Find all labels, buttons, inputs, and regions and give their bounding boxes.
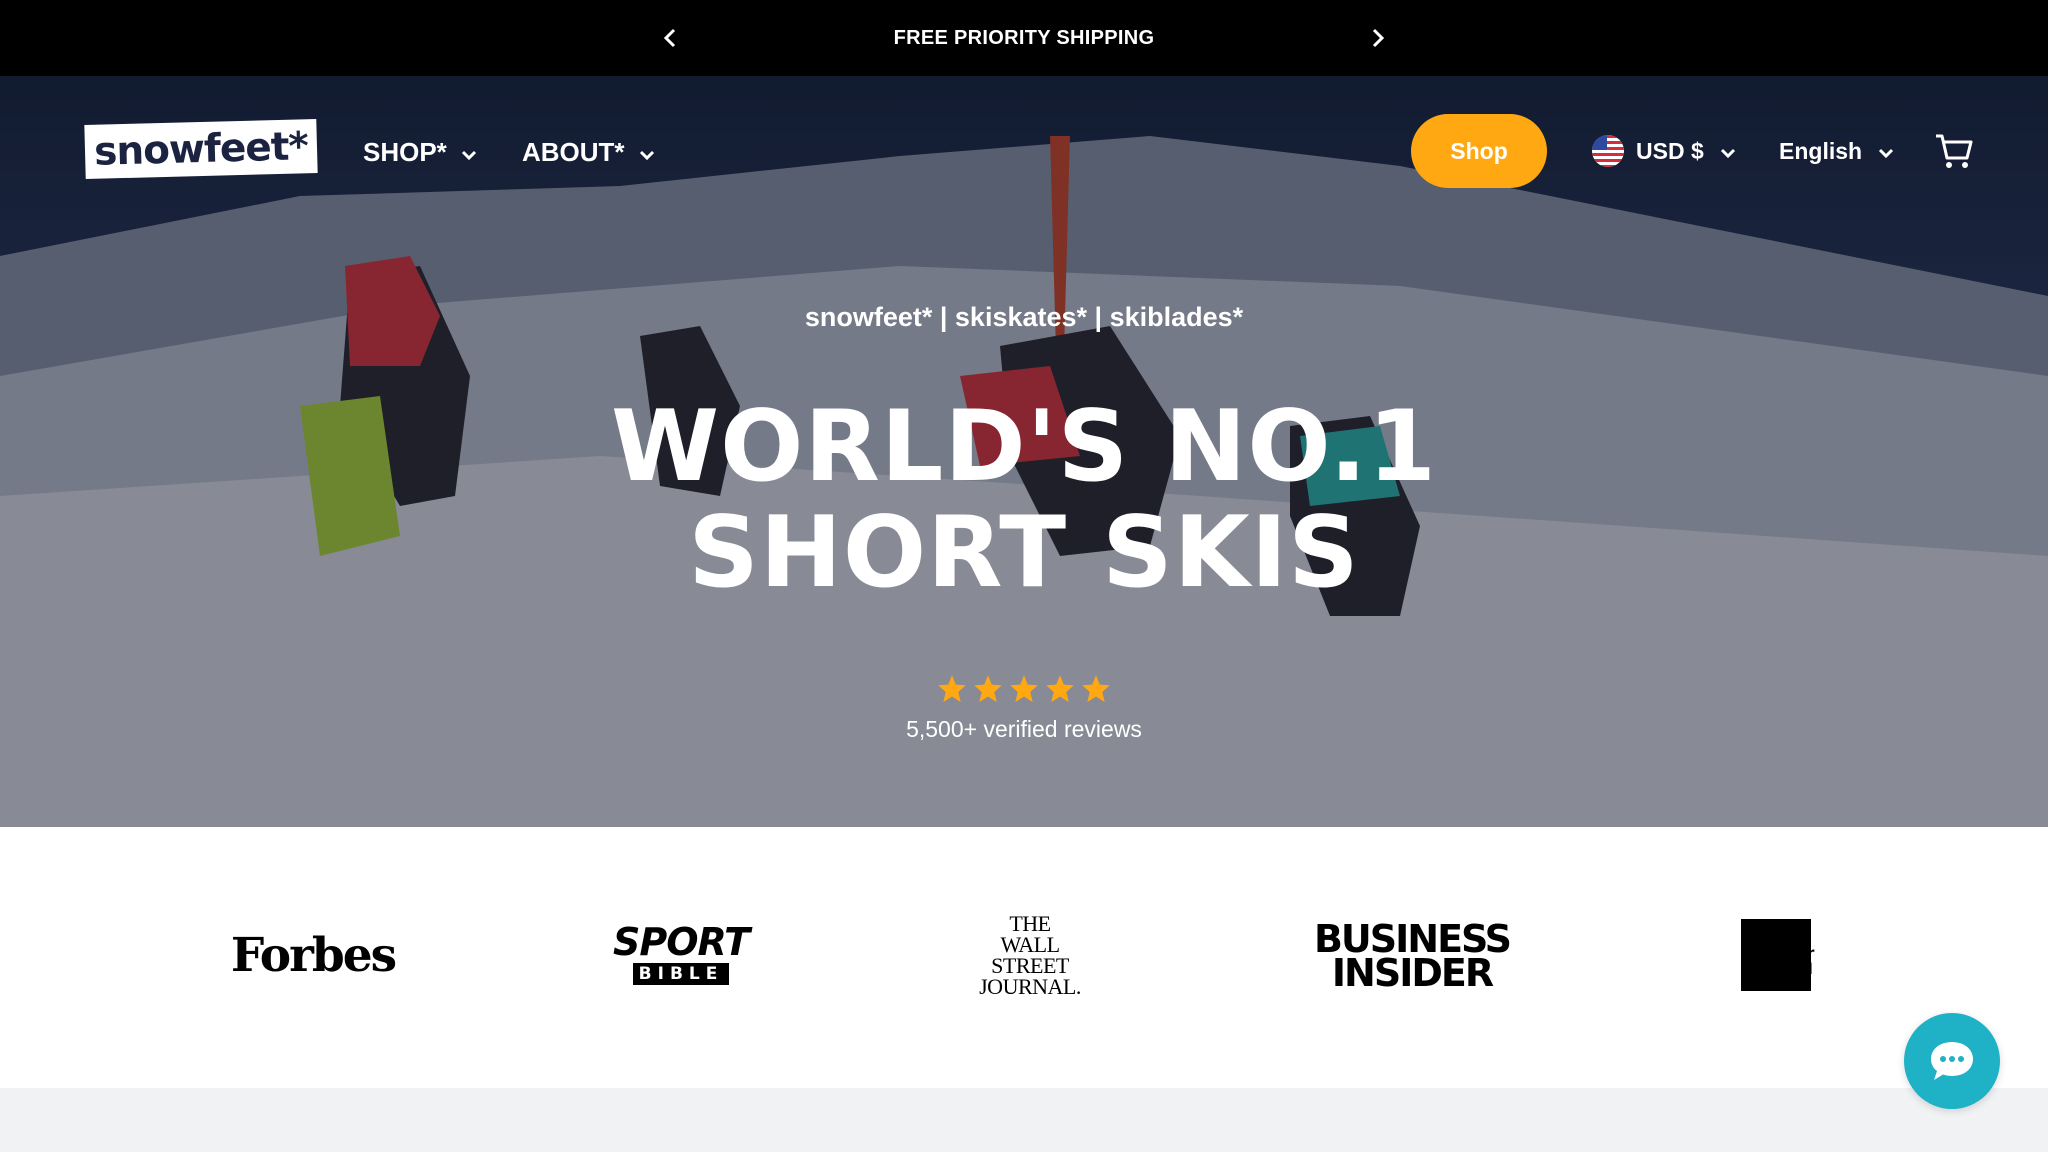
sport-bible-bottom: BIBLE [632,963,730,985]
chevron-down-icon [639,150,654,161]
chevron-down-icon [461,150,476,161]
weather-channel-logo: The Weather Channel [1741,919,1814,991]
announcement-text: FREE PRIORITY SHIPPING [893,26,1155,49]
press-logos: Forbes SPORT BIBLE THE WALL STREET JOURN… [0,827,2048,1088]
chevron-down-icon [1720,148,1735,159]
sport-bible-logo: SPORT BIBLE [613,921,750,987]
business-insider-logo: BUSINESS INSIDER [1314,920,1512,995]
chat-button[interactable] [1904,1013,2000,1109]
wsj-line1: THE [1009,911,1051,936]
twc-line1: The [1762,928,1795,946]
nav-about-menu[interactable]: ABOUT* [522,132,655,172]
twc-line3: Channel [1744,960,1813,978]
language-label: English [1779,137,1863,164]
star-icon [974,675,1002,703]
nav-shop-label: SHOP* [363,136,447,167]
nav-about-label: ABOUT* [522,136,625,167]
next-section [0,1088,2048,1152]
bi-line2: INSIDER [1331,951,1494,995]
twc-line2: Weather [1742,944,1815,962]
star-icon [1046,675,1074,703]
nav-shop-menu[interactable]: SHOP* [363,132,477,172]
wsj-line3: JOURNAL. [979,974,1081,999]
wsj-line2: WALL STREET [991,932,1069,978]
hero-headline-line2: SHORT SKIS [688,496,1360,610]
currency-label: USD $ [1636,137,1704,164]
forbes-logo: Forbes [230,927,397,983]
language-selector[interactable]: English [1779,130,1894,172]
shop-button[interactable]: Shop [1411,114,1547,188]
us-flag-icon [1592,135,1624,167]
announcement-next-button[interactable] [1362,22,1394,54]
currency-selector[interactable]: USD $ [1592,130,1736,172]
hero-tagline: snowfeet* | skiskates* | skiblades* [804,302,1244,332]
cart-icon[interactable] [1934,132,1974,170]
chevron-right-icon [1372,28,1385,48]
hero-headline-line1: WORLD'S NO.1 [611,390,1437,504]
sport-bible-top: SPORT [613,920,750,964]
hero-headline: WORLD'S NO.1 SHORT SKIS [0,394,2048,606]
reviews-count: 5,500+ verified reviews [906,716,1142,742]
chevron-down-icon [1879,148,1894,159]
logo-text: snowfeet* [93,123,309,175]
star-icon [938,675,966,703]
star-icon [1010,675,1038,703]
rating-stars [0,674,2048,704]
snowfeet-logo[interactable]: snowfeet* [84,118,318,180]
announcement-bar: FREE PRIORITY SHIPPING [0,0,2048,76]
star-icon [1082,675,1110,703]
chat-bubble-icon [1931,1042,1973,1080]
hero-banner: snowfeet* SHOP* ABOUT* Shop USD $ Englis… [0,76,2048,827]
wsj-logo: THE WALL STREET JOURNAL. [970,913,1090,998]
